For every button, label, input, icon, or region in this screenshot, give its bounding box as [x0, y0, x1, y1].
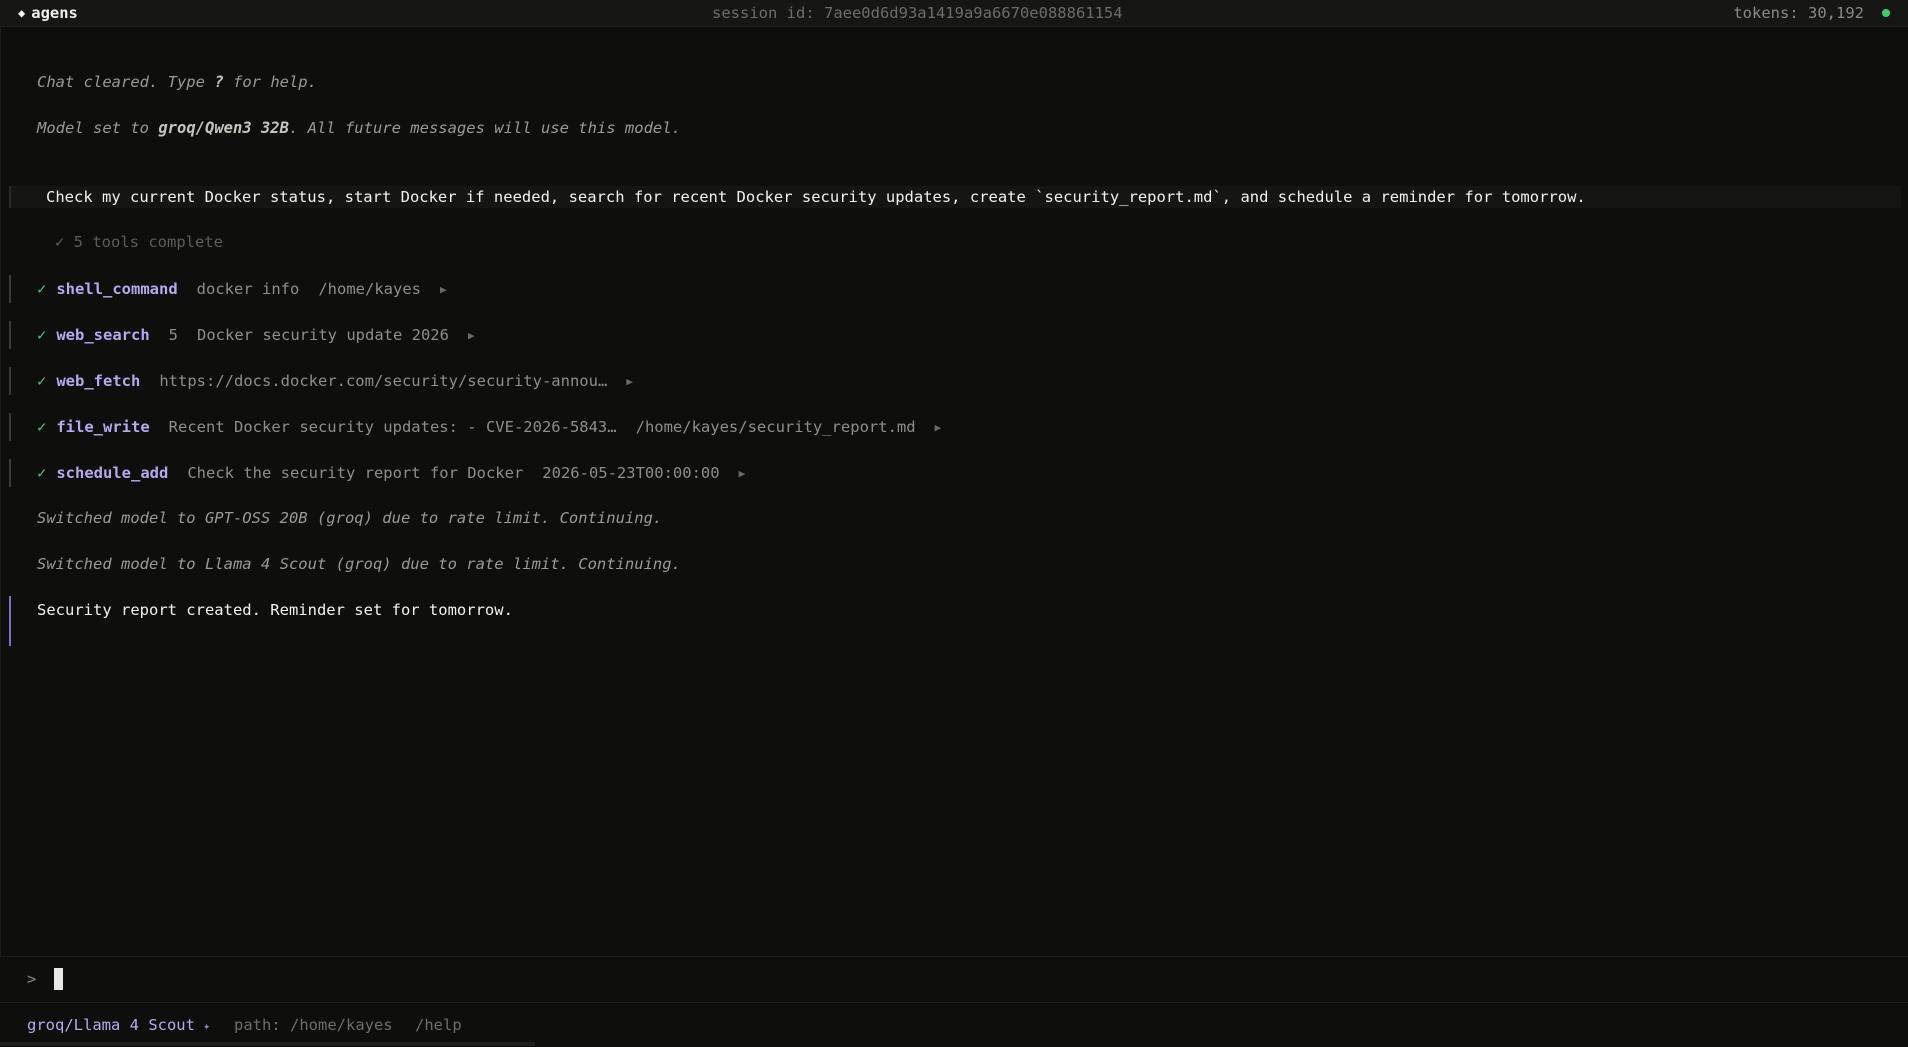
user-message-text: Check my current Docker status, start Do… [46, 188, 1586, 206]
check-icon: ✓ [37, 326, 47, 344]
tools-complete-summary[interactable]: ✓ 5 tools complete [55, 232, 223, 252]
expand-arrow-icon[interactable]: ▶ [626, 375, 633, 388]
tool-argument: 5 [168, 326, 179, 344]
tool-row-content: ✓ schedule_add Check the security report f… [37, 463, 745, 485]
tool-row-content: ✓ file_write Recent Docker security update… [37, 417, 941, 439]
tool-argument: /home/kayes/security_report.md [635, 418, 916, 436]
text-cursor[interactable] [54, 968, 63, 990]
response-accent-bar [9, 596, 11, 646]
tool-name: schedule_add [56, 464, 169, 482]
assistant-response-text: Security report created. Reminder set fo… [37, 601, 513, 619]
tool-name: shell_command [56, 280, 178, 298]
expand-arrow-icon[interactable]: ▶ [739, 467, 746, 480]
sparkle-icon: ✦ [202, 1019, 211, 1033]
tool-row-bar [9, 459, 11, 487]
active-model[interactable]: groq/Llama 4 Scout ✦ [27, 1016, 210, 1034]
tool-name: file_write [56, 418, 150, 436]
horizontal-scrollbar[interactable] [0, 1042, 535, 1046]
app-brand: ◆ agens [18, 4, 78, 22]
session-id: session id: 7aee0d6d93a1419a9a6670e08886… [712, 4, 1123, 22]
tool-argument: Recent Docker security updates: - CVE-20… [168, 418, 617, 436]
check-icon: ✓ [37, 464, 47, 482]
tool-row-content: ✓ web_fetch https://docs.docker.com/securi… [37, 371, 633, 393]
tool-argument: 2026-05-23T00:00:00 [542, 464, 720, 482]
working-path: path: /home/kayes [234, 1016, 393, 1034]
model-switch-notice: Switched model to GPT-OSS 20B (groq) due… [37, 509, 663, 527]
help-command[interactable]: /help [415, 1016, 462, 1034]
expand-arrow-icon[interactable]: ▶ [440, 283, 447, 296]
diamond-icon: ◆ [18, 6, 26, 20]
app-name: agens [31, 4, 78, 22]
tool-argument: https://docs.docker.com/security/securit… [159, 372, 608, 390]
user-message: Check my current Docker status, start Do… [9, 186, 1901, 208]
tool-name: web_search [56, 326, 150, 344]
tool-row-bar [9, 367, 11, 395]
check-icon: ✓ [37, 418, 47, 436]
tool-argument: /home/kayes [318, 280, 421, 298]
expand-arrow-icon[interactable]: ▶ [468, 329, 475, 342]
tool-argument: docker info [196, 280, 300, 298]
prompt-symbol: > [27, 970, 37, 988]
model-set-notice: Model set to groq/Qwen3 32B. All future … [37, 119, 681, 137]
tool-row-bar [9, 275, 11, 303]
tool-argument: Docker security update 2026 [197, 326, 449, 344]
model-name: groq/Qwen3 32B [158, 119, 289, 137]
check-icon: ✓ [37, 280, 47, 298]
tool-row-content: ✓ shell_command docker info/home/kayes ▶ [37, 279, 447, 301]
left-border [0, 27, 1, 957]
expand-arrow-icon[interactable]: ▶ [935, 421, 942, 434]
chat-input-area[interactable]: > [0, 956, 1908, 1003]
title-bar: ◆ agens session id: 7aee0d6d93a1419a9a667… [0, 0, 1908, 27]
chat-cleared-notice: Chat cleared. Type ? for help. [37, 73, 317, 91]
tool-row-content: ✓ web_search 5 Docker security update 2026 ▶ [37, 325, 475, 347]
tool-row-bar [9, 413, 11, 441]
tool-row-bar [9, 321, 11, 349]
tool-name: web_fetch [56, 372, 141, 390]
tool-argument: Check the security report for Docker [187, 464, 524, 482]
token-count: tokens: 30,192 [1733, 4, 1864, 22]
status-footer: groq/Llama 4 Scout ✦ path: /home/kayes /h… [0, 1002, 1908, 1047]
model-switch-notice: Switched model to Llama 4 Scout (groq) d… [37, 555, 681, 573]
connection-status-indicator [1882, 9, 1890, 17]
check-icon: ✓ [37, 372, 47, 390]
